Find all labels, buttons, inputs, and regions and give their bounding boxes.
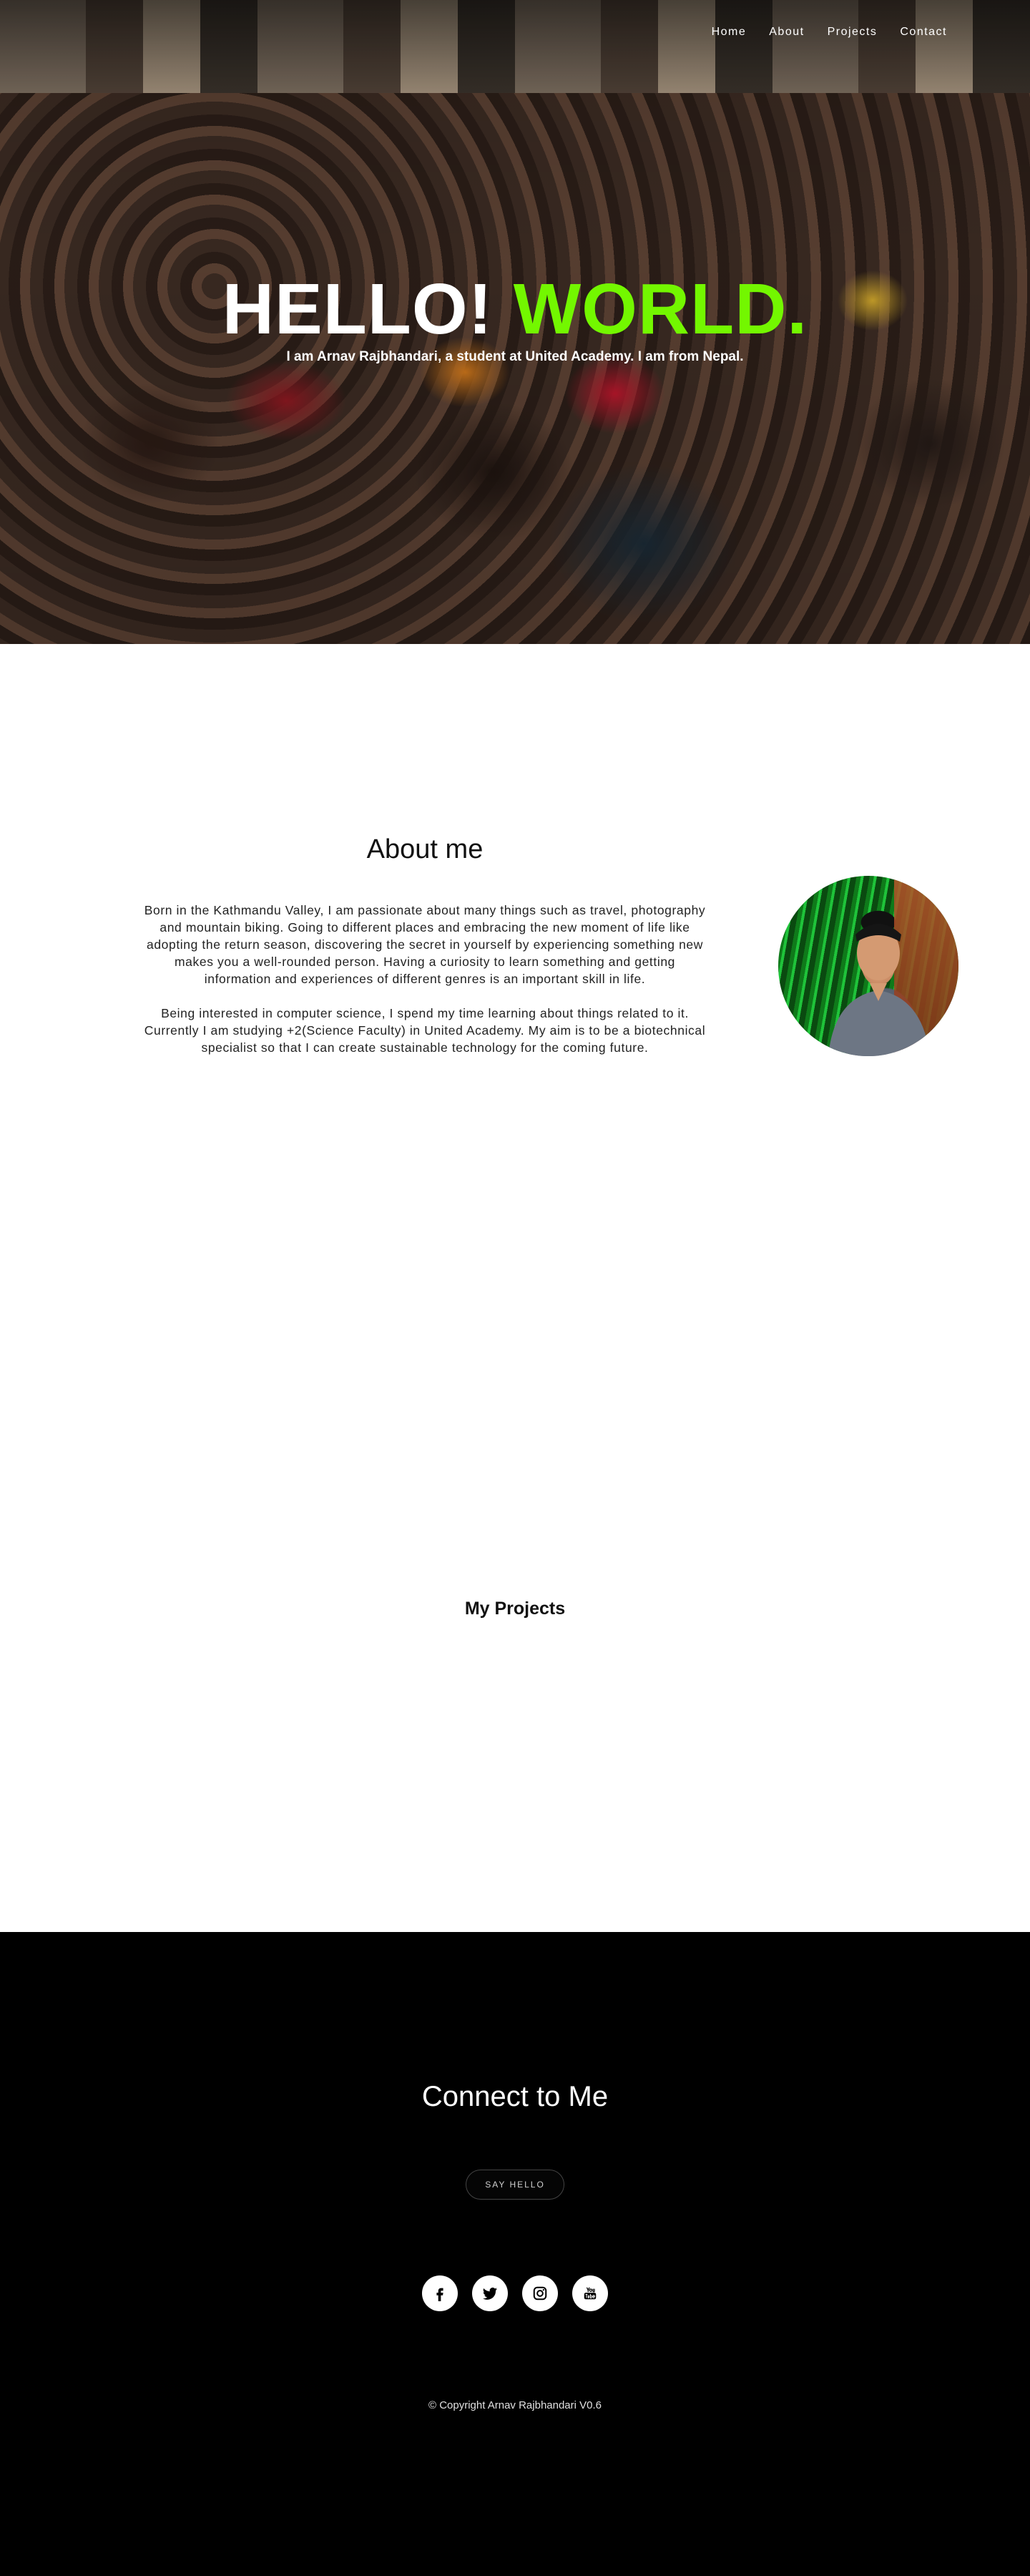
connect-title: Connect to Me [421, 2081, 609, 2112]
nav-contact-link[interactable]: Contact [900, 26, 947, 39]
instagram-link[interactable] [522, 2275, 558, 2311]
about-title: About me [366, 834, 484, 864]
social-links [422, 2275, 608, 2311]
footer-section: Connect to Me SAY HELLO © Copyright Arna… [0, 1932, 1030, 2576]
facebook-link[interactable] [422, 2275, 458, 2311]
about-paragraph: Being interested in computer science, I … [144, 1006, 706, 1055]
twitter-icon [482, 2288, 498, 2300]
say-hello-button[interactable]: SAY HELLO [466, 2170, 564, 2200]
hero-subtitle: I am Arnav Rajbhandari, a student at Uni… [286, 349, 744, 364]
profile-photo [778, 876, 958, 1056]
youtube-link[interactable] [572, 2275, 608, 2311]
hero-title-hello: HELLO! [222, 269, 493, 349]
top-navigation: Home About Projects Contact [689, 26, 947, 39]
nav-about-link[interactable]: About [769, 26, 804, 39]
copyright-text: © Copyright Arnav Rajbhandari V0.6 [428, 2399, 602, 2411]
hero-title: HELLO! WORLD. [0, 273, 1030, 345]
nav-projects-link[interactable]: Projects [828, 26, 878, 39]
profile-photo-figure [828, 924, 930, 1056]
instagram-icon [533, 2286, 547, 2301]
projects-title: My Projects [464, 1599, 566, 1619]
hero-title-world: WORLD. [513, 269, 808, 349]
nav-home-link[interactable]: Home [712, 26, 747, 39]
hero-section: Home About Projects Contact HELLO! WORLD… [0, 0, 1030, 644]
about-text: Born in the Kathmandu Valley, I am passi… [140, 902, 710, 1073]
about-paragraph: Born in the Kathmandu Valley, I am passi… [144, 903, 706, 986]
youtube-icon [584, 2287, 597, 2300]
facebook-icon [436, 2288, 443, 2301]
twitter-link[interactable] [472, 2275, 508, 2311]
